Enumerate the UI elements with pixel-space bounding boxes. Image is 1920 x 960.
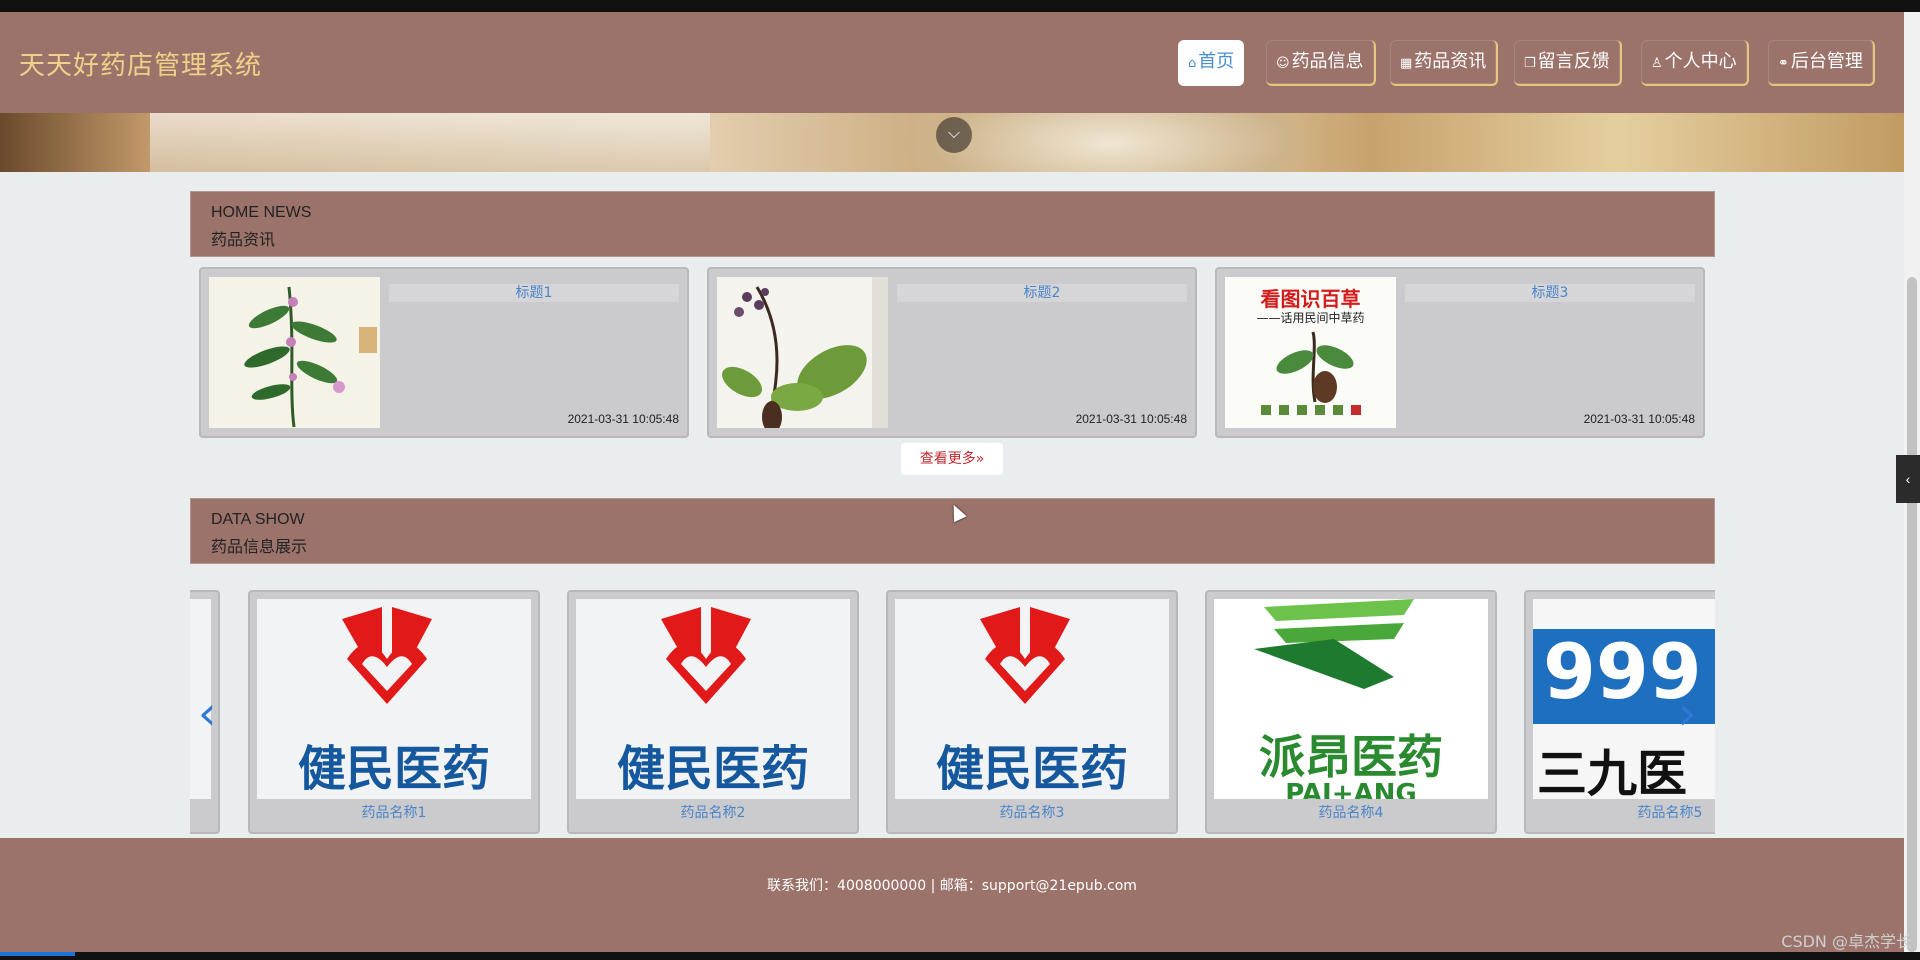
news-time: 2021-03-31 10:05:48 <box>1075 412 1187 426</box>
section-title-en: DATA SHOW <box>211 511 305 528</box>
window-bottom-strip <box>0 952 1920 960</box>
product-logo-subtext: PAI+ANG <box>1285 779 1417 799</box>
side-panel-toggle[interactable]: ‹ <box>1896 455 1920 503</box>
nav-drug-news[interactable]: ▦ 药品资讯 <box>1390 40 1499 86</box>
product-logo-text: 派昂医药 <box>1259 730 1443 784</box>
product-carousel[interactable]: 健民医药 药品名称1 健民医药 药品名称2 健民医药 药品名称3 派昂医药 PA… <box>190 578 1715 838</box>
scrollbar-thumb[interactable] <box>1907 277 1917 952</box>
gift-icon: ▦ <box>1400 56 1413 71</box>
news-thumbnail[interactable] <box>209 277 380 428</box>
news-title[interactable]: 标题2 <box>897 284 1187 302</box>
product-image[interactable]: 派昂医药 PAI+ANG <box>1214 599 1488 799</box>
news-card[interactable]: 看图识百草 ——话用民间中草药 标题3 2021-03-31 10:05:48 <box>1215 267 1705 438</box>
nav-label: 药品资讯 <box>1414 51 1487 72</box>
chevron-right-icon[interactable]: › <box>1678 690 1696 736</box>
nav-label: 留言反馈 <box>1537 51 1610 72</box>
news-thumbnail[interactable] <box>717 277 888 428</box>
product-card[interactable]: 健民医药 药品名称3 <box>886 590 1178 834</box>
news-thumbnail[interactable]: 看图识百草 ——话用民间中草药 <box>1225 277 1396 428</box>
product-logo-text: 健民医药 <box>935 741 1128 797</box>
product-logo-text: 健民医药 <box>616 741 809 797</box>
site-header: 天天好药店管理系统 ⌂ 首页 ☺ 药品信息 ▦ 药品资讯 ❐ 留言反馈 ♙ 个人中心 ⚭ 后… <box>0 12 1904 113</box>
news-time: 2021-03-31 10:05:48 <box>1583 412 1695 426</box>
pill-icon: ☺ <box>1276 56 1290 71</box>
product-name[interactable]: 药品名称2 <box>569 802 857 822</box>
home-icon: ⌂ <box>1188 56 1197 71</box>
nav-label: 后台管理 <box>1790 51 1863 72</box>
chevron-left-icon: ‹ <box>1905 471 1911 487</box>
link-icon: ⚭ <box>1778 56 1789 71</box>
section-title-cn: 药品信息展示 <box>211 537 308 556</box>
section-title-cn: 药品资讯 <box>211 230 276 249</box>
banner-image-left <box>150 113 710 172</box>
nav-label: 个人中心 <box>1664 51 1737 72</box>
product-name[interactable]: 药品名称4 <box>1207 802 1495 822</box>
product-name[interactable]: 药品名称1 <box>250 802 538 822</box>
view-more-button[interactable]: 查看更多» <box>901 443 1003 475</box>
news-title[interactable]: 标题1 <box>389 284 679 302</box>
book-icon: ❐ <box>1524 56 1536 71</box>
nav-feedback[interactable]: ❐ 留言反馈 <box>1514 40 1622 86</box>
nav-label: 首页 <box>1198 51 1235 72</box>
view-more-label: 查看更多 <box>919 451 976 467</box>
window-top-strip <box>0 0 1920 12</box>
chevron-down-icon[interactable]: ⌵ <box>936 117 972 153</box>
news-card[interactable]: 标题1 2021-03-31 10:05:48 <box>199 267 689 438</box>
section-title-en: HOME NEWS <box>211 204 312 221</box>
site-title: 天天好药店管理系统 <box>19 51 263 81</box>
product-name[interactable]: 药品名称3 <box>888 802 1176 822</box>
product-logo-text: 健民医药 <box>297 741 490 797</box>
double-chevron-right-icon: » <box>975 451 985 467</box>
product-logo-text: 三九医 <box>1537 745 1687 799</box>
product-card[interactable]: 健民医药 药品名称2 <box>567 590 859 834</box>
nav-drug-info[interactable]: ☺ 药品信息 <box>1266 40 1376 86</box>
product-card[interactable]: 健民医药 药品名称1 <box>248 590 540 834</box>
progress-bar <box>0 952 75 956</box>
news-section-header: HOME NEWS 药品资讯 <box>190 191 1715 257</box>
user-icon: ♙ <box>1651 56 1663 71</box>
footer-contact: 联系我们：4008000000 | 邮箱：support@21epub.com <box>767 878 1137 894</box>
nav-personal-center[interactable]: ♙ 个人中心 <box>1641 40 1749 86</box>
product-card[interactable]: 派昂医药 PAI+ANG 药品名称4 <box>1205 590 1497 834</box>
nav-home[interactable]: ⌂ 首页 <box>1178 40 1245 86</box>
product-image[interactable]: 健民医药 <box>257 599 531 799</box>
hero-banner: ⌵ <box>0 113 1904 172</box>
site-footer: 联系我们：4008000000 | 邮箱：support@21epub.com <box>0 838 1904 952</box>
product-image[interactable]: 健民医药 <box>895 599 1169 799</box>
nav-admin[interactable]: ⚭ 后台管理 <box>1768 40 1875 86</box>
news-card[interactable]: 标题2 2021-03-31 10:05:48 <box>707 267 1197 438</box>
nav-label: 药品信息 <box>1291 51 1364 72</box>
page: 天天好药店管理系统 ⌂ 首页 ☺ 药品信息 ▦ 药品资讯 ❐ 留言反馈 ♙ 个人中心 ⚭ 后… <box>0 12 1904 952</box>
chevron-left-icon[interactable]: ‹ <box>198 690 216 736</box>
news-time: 2021-03-31 10:05:48 <box>567 412 679 426</box>
product-image[interactable]: 健民医药 <box>576 599 850 799</box>
watermark: CSDN @卓杰学长 <box>1781 932 1912 951</box>
product-name[interactable]: 药品名称5 <box>1526 802 1715 822</box>
news-title[interactable]: 标题3 <box>1405 284 1695 302</box>
